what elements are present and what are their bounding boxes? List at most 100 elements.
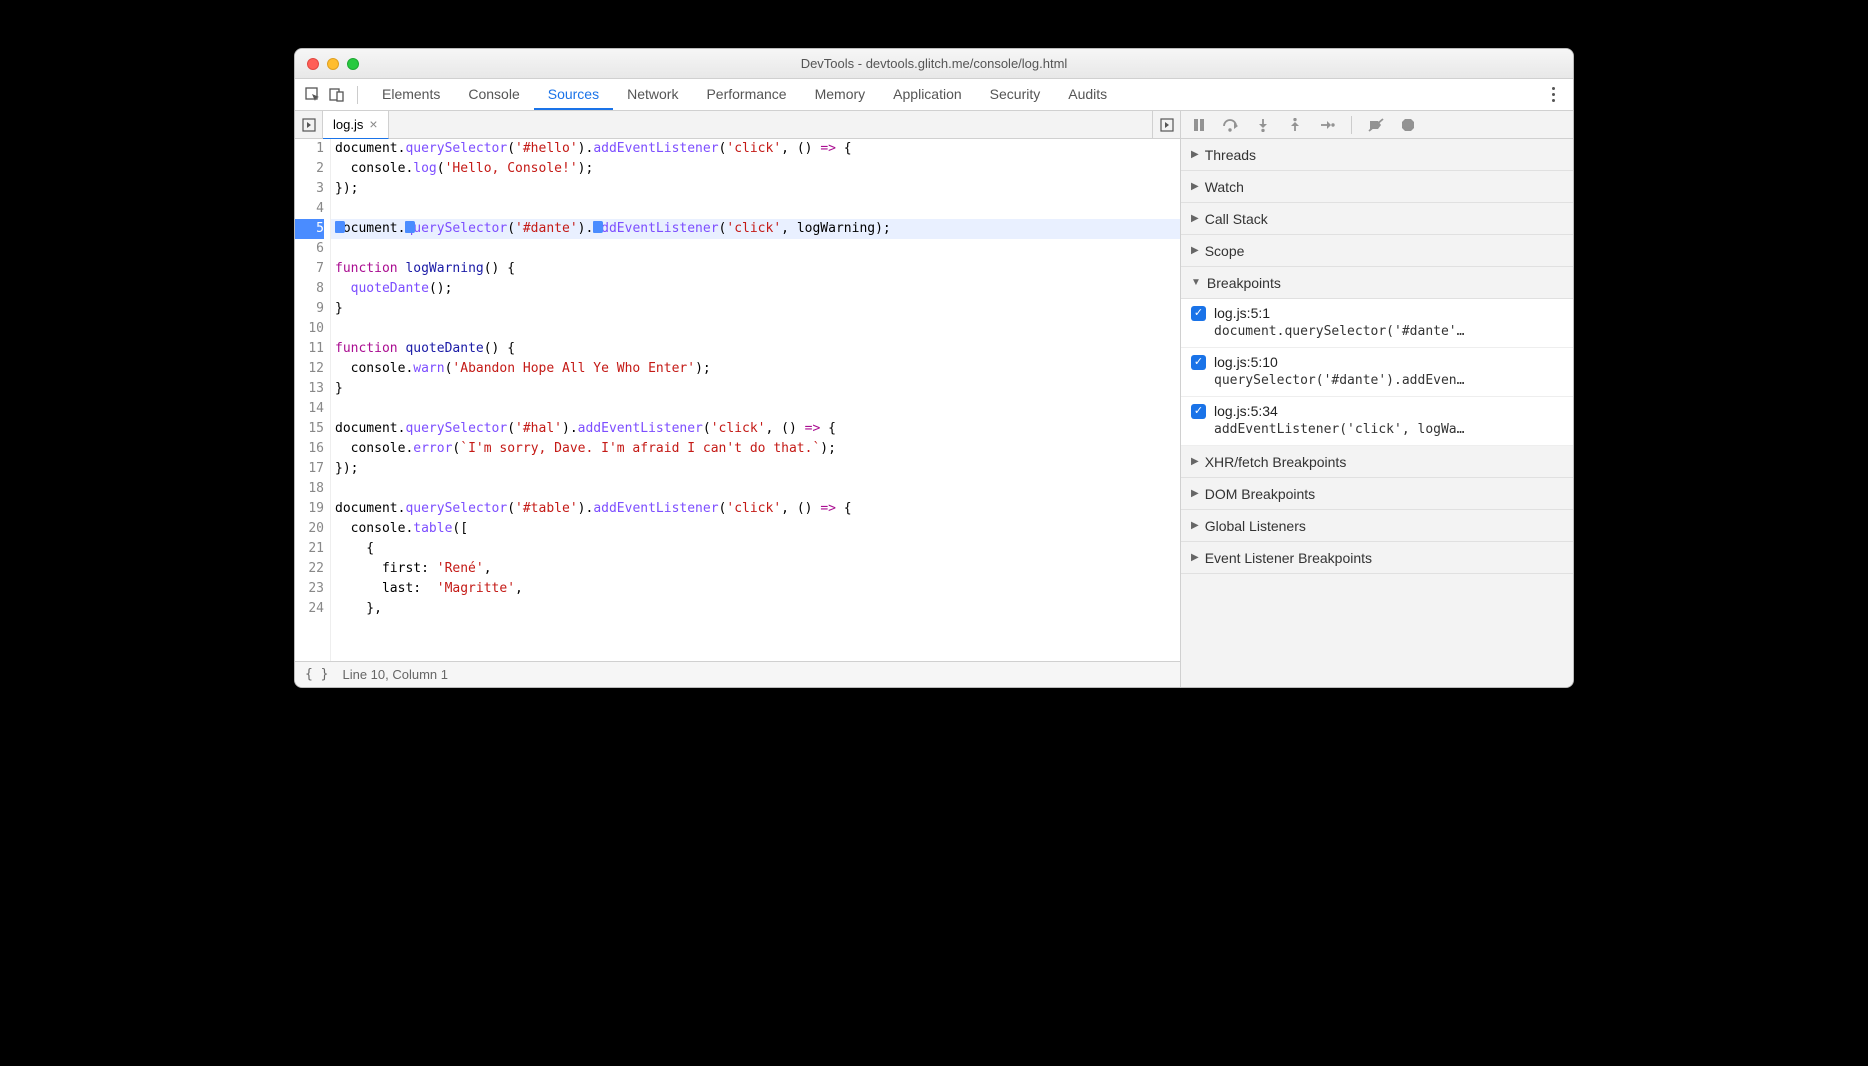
tab-security[interactable]: Security (976, 80, 1055, 110)
pane-header-call-stack[interactable]: ▶Call Stack (1181, 203, 1573, 235)
tab-audits[interactable]: Audits (1054, 80, 1121, 110)
window-close-button[interactable] (307, 58, 319, 70)
pane-label: Event Listener Breakpoints (1205, 550, 1372, 566)
kebab-menu-icon[interactable] (1542, 87, 1565, 102)
tab-application[interactable]: Application (879, 80, 976, 110)
line-number[interactable]: 18 (295, 479, 324, 499)
code-line[interactable]: }); (331, 179, 1180, 199)
show-debugger-icon[interactable] (1152, 111, 1180, 139)
code-line[interactable]: console.error(`I'm sorry, Dave. I'm afra… (331, 439, 1180, 459)
code-line[interactable]: } (331, 379, 1180, 399)
code-line[interactable] (331, 399, 1180, 419)
step-over-icon[interactable] (1221, 115, 1241, 135)
triangle-right-icon: ▶ (1191, 456, 1199, 467)
code-line[interactable]: function quoteDante() { (331, 339, 1180, 359)
line-number[interactable]: 14 (295, 399, 324, 419)
line-number[interactable]: 8 (295, 279, 324, 299)
pause-icon[interactable] (1189, 115, 1209, 135)
line-number[interactable]: 11 (295, 339, 324, 359)
step-icon[interactable] (1317, 115, 1337, 135)
deactivate-breakpoints-icon[interactable] (1366, 115, 1386, 135)
code-line[interactable]: first: 'René', (331, 559, 1180, 579)
code-line[interactable] (331, 479, 1180, 499)
line-number[interactable]: 22 (295, 559, 324, 579)
step-out-icon[interactable] (1285, 115, 1305, 135)
line-number[interactable]: 1 (295, 139, 324, 159)
pause-on-exceptions-icon[interactable] (1398, 115, 1418, 135)
code-line[interactable]: }); (331, 459, 1180, 479)
code-line[interactable]: document.querySelector('#hal').addEventL… (331, 419, 1180, 439)
pane-header-dom-breakpoints[interactable]: ▶DOM Breakpoints (1181, 478, 1573, 510)
line-number[interactable]: 5 (295, 219, 324, 239)
code-line[interactable]: console.table([ (331, 519, 1180, 539)
line-number[interactable]: 13 (295, 379, 324, 399)
pretty-print-icon[interactable]: { } (305, 667, 328, 682)
pane-header-scope[interactable]: ▶Scope (1181, 235, 1573, 267)
pane-header-xhr-fetch-breakpoints[interactable]: ▶XHR/fetch Breakpoints (1181, 446, 1573, 478)
pane-header-watch[interactable]: ▶Watch (1181, 171, 1573, 203)
code-line[interactable] (331, 199, 1180, 219)
tab-memory[interactable]: Memory (801, 80, 880, 110)
breakpoint-checkbox[interactable] (1191, 355, 1206, 370)
pane-header-threads[interactable]: ▶Threads (1181, 139, 1573, 171)
code-line[interactable] (331, 239, 1180, 259)
code-line[interactable]: last: 'Magritte', (331, 579, 1180, 599)
code-line[interactable]: }, (331, 599, 1180, 619)
code-line[interactable]: { (331, 539, 1180, 559)
line-number[interactable]: 16 (295, 439, 324, 459)
line-number[interactable]: 21 (295, 539, 324, 559)
code-line[interactable] (331, 319, 1180, 339)
tab-performance[interactable]: Performance (692, 80, 800, 110)
line-number[interactable]: 3 (295, 179, 324, 199)
code-editor[interactable]: 123456789101112131415161718192021222324 … (295, 139, 1180, 661)
window-minimize-button[interactable] (327, 58, 339, 70)
line-number[interactable]: 9 (295, 299, 324, 319)
pane-header-breakpoints[interactable]: ▼Breakpoints (1181, 267, 1573, 299)
tab-sources[interactable]: Sources (534, 80, 613, 110)
line-number[interactable]: 10 (295, 319, 324, 339)
close-tab-icon[interactable]: × (369, 116, 377, 132)
tab-network[interactable]: Network (613, 80, 692, 110)
column-breakpoint-icon[interactable] (593, 221, 603, 233)
pane-label: Global Listeners (1205, 518, 1306, 534)
line-number[interactable]: 17 (295, 459, 324, 479)
pane-label: DOM Breakpoints (1205, 486, 1315, 502)
breakpoint-checkbox[interactable] (1191, 306, 1206, 321)
line-number[interactable]: 19 (295, 499, 324, 519)
device-toggle-icon[interactable] (327, 85, 347, 105)
breakpoint-item[interactable]: log.js:5:10querySelector('#dante').addEv… (1181, 348, 1573, 397)
line-number[interactable]: 6 (295, 239, 324, 259)
triangle-right-icon: ▶ (1191, 245, 1199, 256)
code-line[interactable]: document.querySelector('#table').addEven… (331, 499, 1180, 519)
window-maximize-button[interactable] (347, 58, 359, 70)
code-line[interactable]: document.querySelector('#dante').addEven… (331, 219, 1180, 239)
pane-header-event-listener-breakpoints[interactable]: ▶Event Listener Breakpoints (1181, 542, 1573, 574)
pane-header-global-listeners[interactable]: ▶Global Listeners (1181, 510, 1573, 542)
breakpoint-checkbox[interactable] (1191, 404, 1206, 419)
code-line[interactable]: console.warn('Abandon Hope All Ye Who En… (331, 359, 1180, 379)
inspect-icon[interactable] (303, 85, 323, 105)
line-number[interactable]: 7 (295, 259, 324, 279)
breakpoint-item[interactable]: log.js:5:34addEventListener('click', log… (1181, 397, 1573, 446)
breakpoint-item[interactable]: log.js:5:1document.querySelector('#dante… (1181, 299, 1573, 348)
code-line[interactable]: document.querySelector('#hello').addEven… (331, 139, 1180, 159)
code-line[interactable]: quoteDante(); (331, 279, 1180, 299)
code-line[interactable]: function logWarning() { (331, 259, 1180, 279)
column-breakpoint-icon[interactable] (335, 221, 345, 233)
code-line[interactable]: } (331, 299, 1180, 319)
line-number[interactable]: 24 (295, 599, 324, 619)
column-breakpoint-icon[interactable] (405, 221, 415, 233)
line-number[interactable]: 2 (295, 159, 324, 179)
code-line[interactable]: console.log('Hello, Console!'); (331, 159, 1180, 179)
line-number[interactable]: 15 (295, 419, 324, 439)
show-navigator-icon[interactable] (295, 111, 323, 139)
tab-elements[interactable]: Elements (368, 80, 454, 110)
line-number[interactable]: 12 (295, 359, 324, 379)
line-number[interactable]: 20 (295, 519, 324, 539)
step-into-icon[interactable] (1253, 115, 1273, 135)
tab-console[interactable]: Console (454, 80, 533, 110)
line-number[interactable]: 23 (295, 579, 324, 599)
file-tab[interactable]: log.js × (323, 111, 389, 139)
line-number[interactable]: 4 (295, 199, 324, 219)
debugger-sidebar: ▶Threads▶Watch▶Call Stack▶Scope▼Breakpoi… (1181, 111, 1573, 687)
